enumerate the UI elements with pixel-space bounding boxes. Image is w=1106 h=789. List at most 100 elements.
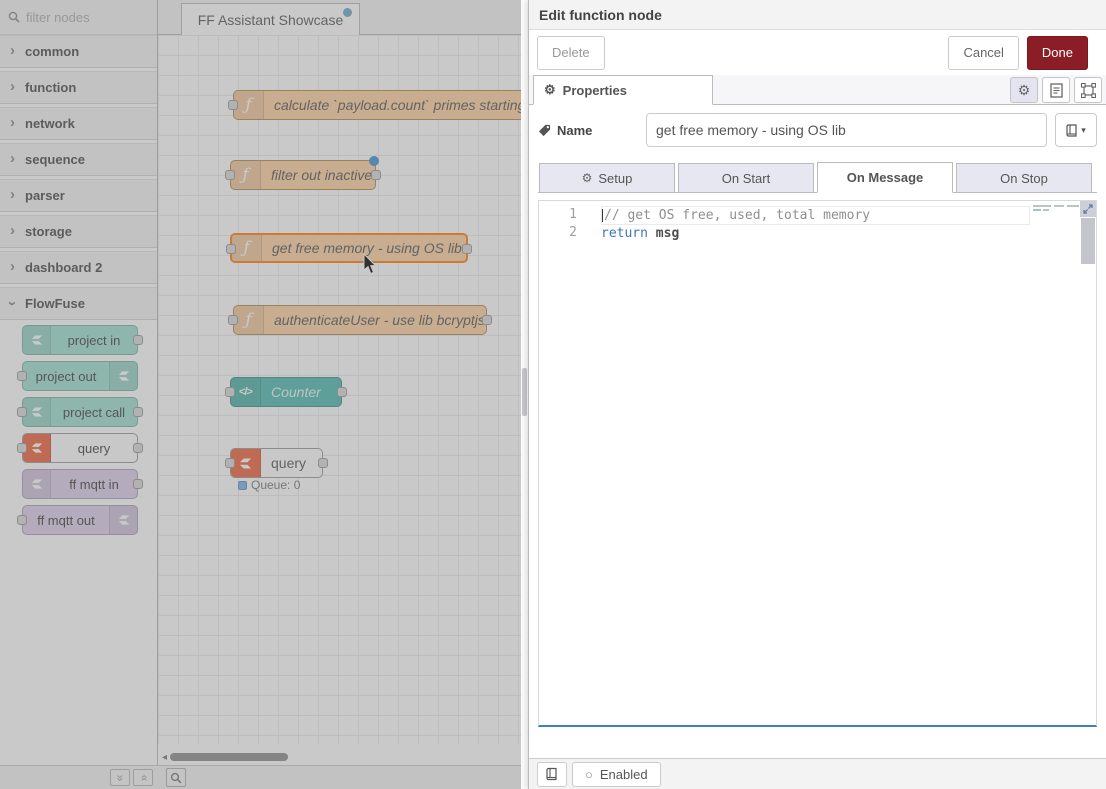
scroll-left-arrow-icon[interactable]: ◂ bbox=[162, 752, 167, 763]
output-port[interactable] bbox=[133, 407, 143, 417]
palette-category-dashboard2[interactable]: ›dashboard 2 bbox=[0, 251, 157, 284]
search-icon bbox=[8, 11, 20, 23]
output-port[interactable] bbox=[337, 387, 347, 397]
output-port[interactable] bbox=[462, 244, 472, 254]
tab-on-start[interactable]: On Start bbox=[678, 163, 814, 192]
palette-category-sequence[interactable]: ›sequence bbox=[0, 143, 157, 176]
chevron-right-icon: › bbox=[10, 114, 15, 131]
input-port[interactable] bbox=[225, 170, 235, 180]
gear-icon: ⚙ bbox=[1018, 82, 1031, 99]
caret-down-icon: ▾ bbox=[1081, 125, 1086, 136]
code-line-2[interactable]: return msg bbox=[601, 225, 1096, 243]
palette-category-storage[interactable]: ›storage bbox=[0, 215, 157, 248]
tab-on-stop[interactable]: On Stop bbox=[956, 163, 1092, 192]
name-row: Name ▾ bbox=[538, 113, 1097, 147]
flow-canvas[interactable]: FF Assistant Showcase ƒ calculate `paylo… bbox=[158, 0, 521, 789]
output-port[interactable] bbox=[318, 458, 328, 468]
text-cursor bbox=[602, 209, 603, 222]
input-port[interactable] bbox=[228, 315, 238, 325]
status-dot-icon bbox=[238, 481, 247, 490]
output-port[interactable] bbox=[482, 315, 492, 325]
canvas-horizontal-scrollbar[interactable]: ◂ bbox=[162, 752, 515, 762]
chevron-right-icon: › bbox=[10, 222, 15, 239]
tray-title: Edit function node bbox=[529, 0, 1106, 30]
code-icon: </> bbox=[231, 378, 261, 406]
palette-node-ff-mqtt-out[interactable]: ff mqtt out bbox=[22, 505, 138, 535]
delete-button[interactable]: Delete bbox=[537, 36, 605, 70]
node-enabled-toggle[interactable]: ○ Enabled bbox=[572, 762, 661, 787]
flowfuse-icon bbox=[23, 326, 51, 354]
tab-properties[interactable]: ⚙ Properties bbox=[533, 75, 713, 105]
code-editor[interactable]: 1 2 // get OS free, used, total memory r… bbox=[538, 200, 1097, 727]
palette-search[interactable] bbox=[0, 0, 157, 35]
name-input[interactable] bbox=[646, 113, 1047, 147]
node-calculate-primes[interactable]: ƒ calculate `payload.count` primes start… bbox=[233, 90, 521, 120]
chevron-right-icon: › bbox=[10, 258, 15, 275]
tag-icon bbox=[538, 124, 551, 137]
palette-category-flowfuse[interactable]: ›FlowFuse bbox=[0, 287, 157, 320]
input-port[interactable] bbox=[225, 387, 235, 397]
input-port[interactable] bbox=[17, 515, 27, 525]
editor-expand-button[interactable] bbox=[1080, 201, 1096, 217]
function-icon: ƒ bbox=[232, 235, 262, 261]
gear-icon: ⚙ bbox=[544, 82, 556, 98]
function-icon: ƒ bbox=[234, 91, 264, 119]
output-port[interactable] bbox=[133, 479, 143, 489]
palette-node-project-in[interactable]: project in bbox=[22, 325, 138, 355]
description-button[interactable] bbox=[1042, 77, 1070, 103]
code-line-1[interactable]: // get OS free, used, total memory bbox=[601, 206, 1030, 225]
tab-on-message[interactable]: On Message bbox=[817, 162, 953, 193]
scrollbar-thumb[interactable] bbox=[170, 753, 288, 761]
circle-icon: ○ bbox=[585, 767, 593, 782]
tab-setup[interactable]: ⚙ Setup bbox=[539, 163, 675, 192]
input-port[interactable] bbox=[17, 371, 27, 381]
palette-node-project-out[interactable]: project out bbox=[22, 361, 138, 391]
node-get-free-memory[interactable]: ƒ get free memory - using OS lib bbox=[230, 233, 468, 263]
workspace-tab-ff-assistant-showcase[interactable]: FF Assistant Showcase bbox=[181, 3, 360, 35]
output-port[interactable] bbox=[371, 170, 381, 180]
library-button[interactable] bbox=[537, 762, 567, 787]
node-query[interactable]: query bbox=[230, 448, 323, 478]
palette-expand-all-button[interactable]: » bbox=[133, 769, 153, 786]
name-label: Name bbox=[538, 123, 638, 138]
palette-node-project-call[interactable]: project call bbox=[22, 397, 138, 427]
canvas-vertical-scrollbar[interactable] bbox=[521, 0, 528, 789]
node-authenticate-user[interactable]: ƒ authenticateUser - use lib bcryptjs bbox=[233, 305, 487, 335]
flowfuse-icon bbox=[23, 470, 51, 498]
editor-scrollbar-thumb[interactable] bbox=[1081, 218, 1095, 264]
magnifier-icon bbox=[170, 772, 182, 784]
function-tabs: ⚙ Setup On Start On Message On Stop bbox=[538, 162, 1097, 193]
cancel-button[interactable]: Cancel bbox=[948, 36, 1018, 70]
mouse-cursor bbox=[363, 254, 378, 276]
node-properties-form: Name ▾ ⚙ Setup On Start On Message On St… bbox=[529, 105, 1106, 727]
editor-code-area[interactable]: // get OS free, used, total memory retur… bbox=[601, 201, 1096, 243]
palette-category-function[interactable]: ›function bbox=[0, 71, 157, 104]
palette-category-parser[interactable]: ›parser bbox=[0, 179, 157, 212]
input-port[interactable] bbox=[226, 244, 236, 254]
done-button[interactable]: Done bbox=[1027, 36, 1088, 70]
output-port[interactable] bbox=[133, 443, 143, 453]
palette-category-network[interactable]: ›network bbox=[0, 107, 157, 140]
chevron-right-icon: › bbox=[10, 186, 15, 203]
filter-nodes-input[interactable] bbox=[26, 10, 136, 25]
flowfuse-icon bbox=[109, 506, 137, 534]
palette-node-ff-mqtt-in[interactable]: ff mqtt in bbox=[22, 469, 138, 499]
edit-node-tray: Edit function node Delete Cancel Done ⚙ … bbox=[528, 0, 1106, 789]
node-filter-out-inactive[interactable]: ƒ filter out inactive bbox=[230, 160, 376, 190]
library-dropdown-button[interactable]: ▾ bbox=[1055, 113, 1097, 147]
palette-node-query[interactable]: query bbox=[22, 433, 138, 463]
input-port[interactable] bbox=[225, 458, 235, 468]
node-counter[interactable]: </> Counter bbox=[230, 377, 342, 407]
node-red-app: ›common ›function ›network ›sequence ›pa… bbox=[0, 0, 1106, 789]
input-port[interactable] bbox=[17, 443, 27, 453]
palette-category-common[interactable]: ›common bbox=[0, 35, 157, 68]
chevron-right-icon: › bbox=[10, 78, 15, 95]
output-port[interactable] bbox=[133, 335, 143, 345]
palette-collapse-all-button[interactable]: » bbox=[110, 769, 130, 786]
input-port[interactable] bbox=[17, 407, 27, 417]
appearance-button[interactable] bbox=[1074, 77, 1102, 103]
properties-gear-button[interactable]: ⚙ bbox=[1010, 77, 1038, 103]
navigator-button[interactable] bbox=[166, 768, 186, 787]
scrollbar-thumb[interactable] bbox=[522, 368, 527, 416]
input-port[interactable] bbox=[228, 100, 238, 110]
